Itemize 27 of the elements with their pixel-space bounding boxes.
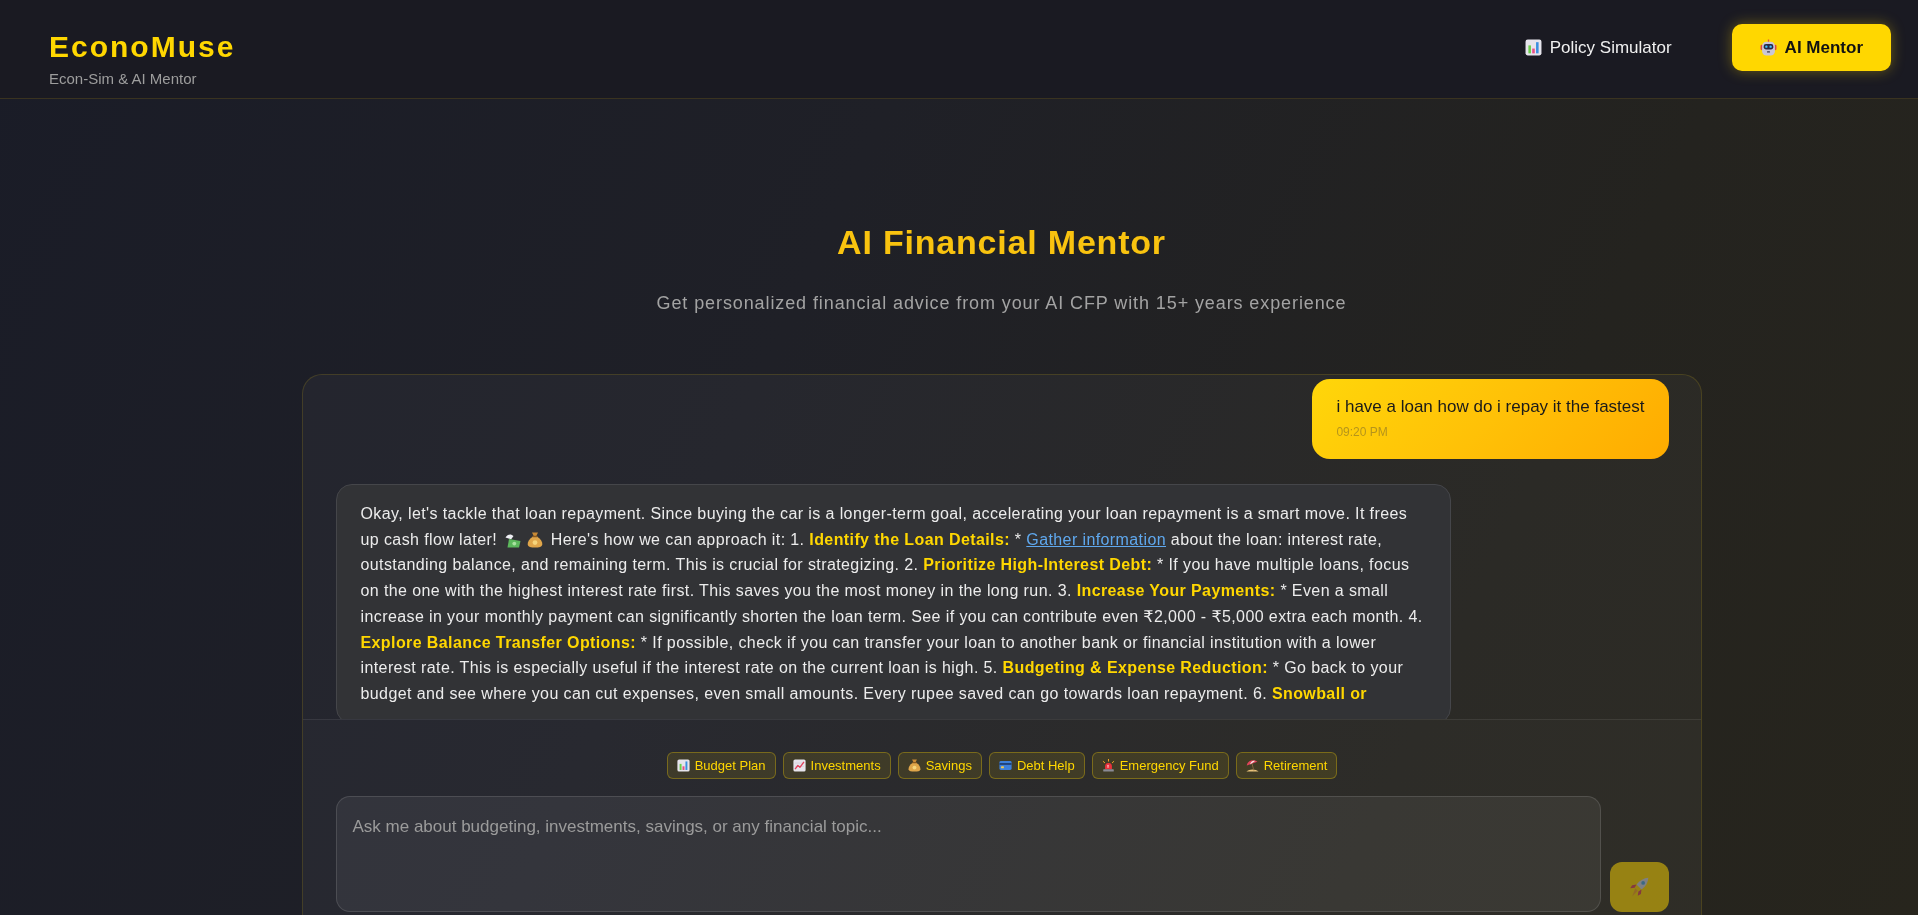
quick-prompt-chip[interactable]: Emergency Fund <box>1091 752 1229 779</box>
nav-tab[interactable]: Policy Simulator <box>1496 24 1700 71</box>
credit-card-icon <box>998 759 1012 772</box>
message-text: Okay, let's tackle that loan repayment. Since buying the car is a longer-term goal, accelerating your loan repayment is a smart move. It frees up cash flow later! Here's how we can approach it: 1. Identify the Loan Details: * Gather information about the loan: interest rate, outstanding balance, and remaining term. This is crucial for strategizing. 2. Prioritize High-Interest Debt: * If you have multiple loans, focus on the one with the highest interest rate first. This saves you the most money in the long run. 3. Increase Your Payments: * Even a small increase in your monthly payment can significantly shorten the loan term. See if you can contribute even ₹2,000 - ₹5,000 extra each month. 4. Explore Balance Transfer Options: * If possible, check if you can transfer your loan to another bank or financial institution with a lower interest rate. This is especially useful if the interest rate on the current loan is high. 5. Budgeting & Expense Reduction: * Go back to your budget and see where you can cut expenses, even small amounts. Every rupee saved can go towards loan repayment. 6. Snowball or <box>360 504 1424 704</box>
message-time: 09:20 PM <box>1336 424 1389 441</box>
quick-prompt-chip[interactable]: Retirement <box>1235 752 1338 779</box>
bar-chart-icon <box>1524 39 1542 56</box>
line-chart-icon <box>792 759 806 772</box>
siren-icon <box>1101 759 1115 772</box>
message-text: i have a loan how do i repay it the fastest <box>1336 396 1645 418</box>
rocket-icon <box>1629 877 1649 897</box>
beach-umbrella-icon <box>1245 759 1259 772</box>
money-bag-icon <box>526 531 543 548</box>
page-subtitle: Get personalized financial advice from your AI CFP with 15+ years experience <box>656 292 1347 315</box>
money-wings-icon <box>504 531 521 548</box>
text-link[interactable]: Gather information <box>1026 530 1166 548</box>
quick-prompt-chip[interactable]: Investments <box>782 752 891 779</box>
robot-icon <box>1759 39 1777 56</box>
nav-tab[interactable]: AI Mentor <box>1731 24 1891 71</box>
tagline: Econ-Sim & AI Mentor <box>49 70 198 88</box>
quick-prompt-chip[interactable]: Debt Help <box>988 752 1085 779</box>
quick-prompt-chip[interactable]: Savings <box>897 752 982 779</box>
page-title: AI Financial Mentor <box>837 222 1166 262</box>
logo-text: EconoMuse <box>49 29 236 65</box>
bar-chart-icon <box>676 759 690 772</box>
money-bag-icon <box>907 759 921 772</box>
quick-prompt-chip[interactable]: Budget Plan <box>666 752 776 779</box>
